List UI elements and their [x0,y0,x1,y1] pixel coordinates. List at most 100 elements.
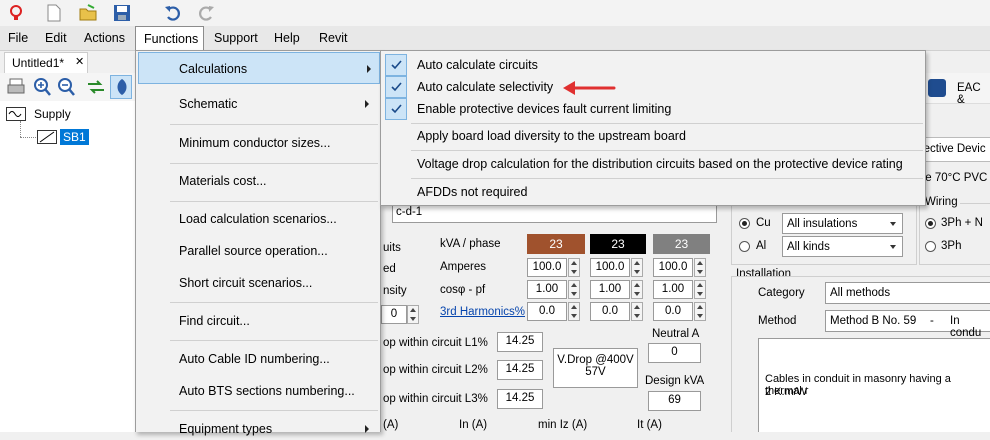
menu-edit[interactable]: Edit [37,26,75,50]
save-icon[interactable] [112,3,132,23]
quick-access-toolbar [0,0,990,26]
harmonics-link[interactable]: 3rd Harmonics% [440,306,525,318]
menu-file[interactable]: File [0,26,36,50]
harmonics-l2-spinner[interactable] [631,302,643,321]
cosphi-l2-spinner[interactable] [631,280,643,299]
category-select[interactable]: All methods [825,282,990,304]
harmonics-l1-input[interactable]: 0.0 [527,302,567,321]
functions-menu: Calculations Schematic Minimum conductor… [135,50,381,436]
insulation-select[interactable]: All insulations [782,213,903,234]
harmonics-l3-input[interactable]: 0.0 [653,302,693,321]
density-input[interactable]: 0 [381,305,407,324]
menu-actions[interactable]: Actions [76,26,133,50]
partial-label-uits: uits [383,242,401,254]
open-folder-icon[interactable] [78,3,98,23]
zoom-in-icon[interactable] [32,77,52,100]
undo-icon[interactable] [163,3,183,23]
menu-revit[interactable]: Revit [311,26,355,50]
functions-menu-min-conductor[interactable]: Minimum conductor sizes... [137,132,381,154]
document-tab-label: Untitled1* [12,56,65,70]
wiring-label: Wiring [923,196,960,208]
bulb-icon[interactable] [6,3,26,23]
menu-item-label: Auto calculate selectivity [417,80,554,94]
conductor-al-label: Al [756,240,767,252]
amperes-l2-input[interactable]: 100.0 [590,258,630,277]
calc-board-diversity[interactable]: Apply board load diversity to the upstre… [382,125,925,147]
tree-connector [20,137,36,139]
cosphi-l1-input[interactable]: 1.00 [527,280,567,299]
menu-item-label: AFDDs not required [417,185,528,199]
menu-separator [411,178,923,179]
harmonics-l2-input[interactable]: 0.0 [590,302,630,321]
menu-item-label: Short circuit scenarios... [179,276,313,290]
transfer-icon[interactable] [86,77,106,100]
functions-menu-materials-cost[interactable]: Materials cost... [137,170,381,192]
tree-item-sb1[interactable]: SB1 [60,129,89,145]
tree-connector [20,121,22,137]
density-spinner[interactable] [407,305,419,324]
leaf-icon[interactable] [110,75,132,99]
checkmark-icon [385,76,407,98]
cosphi-l3-spinner[interactable] [694,280,706,299]
redo-icon[interactable] [196,3,216,23]
neutral-label: Neutral A [652,328,700,340]
menu-item-label: Apply board load diversity to the upstre… [417,129,686,143]
amperes-l1-input[interactable]: 100.0 [527,258,567,277]
harmonics-l3-spinner[interactable] [694,302,706,321]
eac-icon[interactable] [928,79,946,97]
wiring-3phn-radio[interactable] [925,218,936,229]
cosphi-l1-spinner[interactable] [568,280,580,299]
menu-support[interactable]: Support [206,26,266,50]
calc-auto-selectivity[interactable]: Auto calculate selectivity [382,76,925,98]
method-description-line2: 2 K.m/W [765,386,808,398]
menu-item-label: Calculations [179,62,248,76]
functions-menu-load-scenarios[interactable]: Load calculation scenarios... [137,208,381,230]
amperes-l3-input[interactable]: 100.0 [653,258,693,277]
menu-item-label: Materials cost... [179,174,267,188]
close-icon[interactable]: ✕ [75,55,84,68]
functions-menu-calculations[interactable]: Calculations [138,52,380,84]
functions-menu-find-circuit[interactable]: Find circuit... [137,310,381,332]
functions-menu-cable-id[interactable]: Auto Cable ID numbering... [137,348,381,370]
menu-help[interactable]: Help [266,26,308,50]
calc-auto-circuits[interactable]: Auto calculate circuits [382,54,925,76]
menu-item-label: Auto Cable ID numbering... [179,352,330,366]
method-description: In condu [950,315,982,339]
neutral-value: 0 [648,343,701,363]
menu-item-label: Find circuit... [179,314,250,328]
calc-voltage-drop[interactable]: Voltage drop calculation for the distrib… [382,153,925,175]
cosphi-l2-input[interactable]: 1.00 [590,280,630,299]
functions-menu-bts-sections[interactable]: Auto BTS sections numbering... [137,380,381,402]
functions-menu-equipment-types[interactable]: Equipment types [137,418,381,440]
functions-menu-parallel-source[interactable]: Parallel source operation... [137,240,381,262]
kva-l2: 23 [590,234,646,254]
amperes-l1-spinner[interactable] [568,258,580,277]
harmonics-l1-spinner[interactable] [568,302,580,321]
method-value: Method B No. 59 [830,315,917,327]
cosphi-l3-input[interactable]: 1.00 [653,280,693,299]
print-icon[interactable] [6,77,26,100]
calc-fault-current-limiting[interactable]: Enable protective devices fault current … [382,98,925,120]
new-file-icon[interactable] [44,3,64,23]
functions-menu-schematic[interactable]: Schematic [137,93,381,115]
tree-item-supply[interactable]: Supply [34,107,71,121]
kinds-select[interactable]: All kinds [782,236,903,257]
conductor-cu-radio[interactable] [739,218,750,229]
menu-separator [411,123,923,124]
wiring-3ph-radio[interactable] [925,241,936,252]
conductor-al-radio[interactable] [739,241,750,252]
zoom-out-icon[interactable] [56,77,76,100]
vdrop-summary-line2: 57V [585,366,606,378]
amperes-l3-spinner[interactable] [694,258,706,277]
menu-functions[interactable]: Functions [135,26,204,50]
menu-item-label: Enable protective devices fault current … [417,102,672,116]
calc-afdds[interactable]: AFDDs not required [382,181,925,203]
amperes-l2-spinner[interactable] [631,258,643,277]
menu-separator [170,410,378,411]
menu-item-label: Parallel source operation... [179,244,328,258]
functions-menu-short-circuit[interactable]: Short circuit scenarios... [137,272,381,294]
method-select[interactable]: Method B No. 59 - In condu [825,310,990,339]
document-tab[interactable]: Untitled1* ✕ [4,52,88,73]
vdrop-summary-box: V.Drop @400V 57V [553,348,638,388]
menu-separator [170,163,378,164]
